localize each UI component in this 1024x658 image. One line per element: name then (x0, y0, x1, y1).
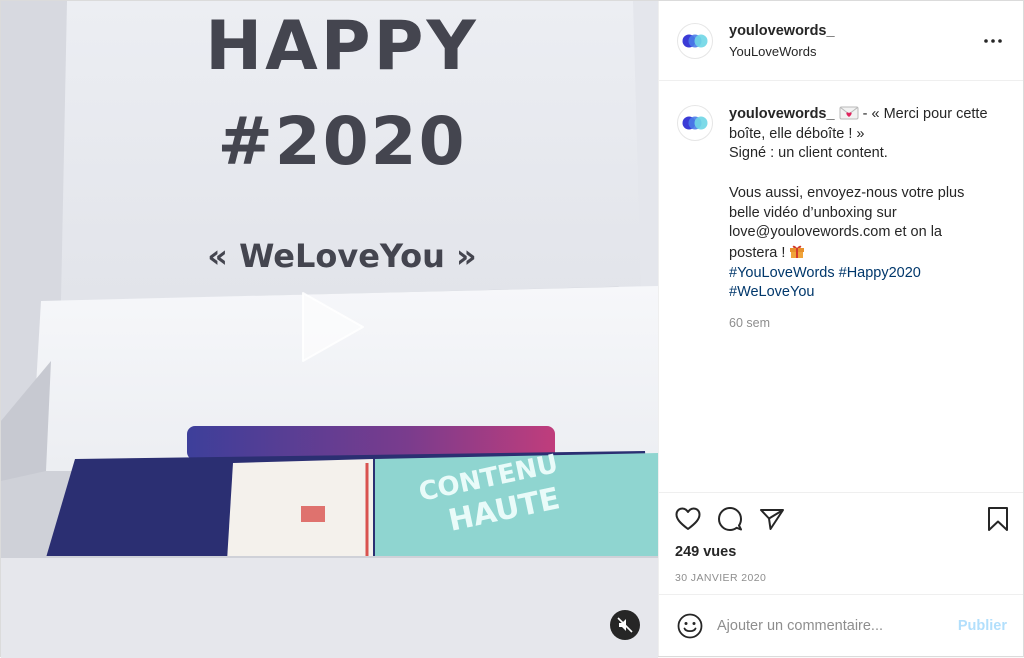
add-comment-bar: Publier (659, 594, 1023, 656)
share-send-icon[interactable] (759, 505, 791, 533)
hearts-logo-icon (682, 116, 708, 130)
post-date[interactable]: 30 JANVIER 2020 (675, 572, 1009, 594)
box-print-tagline: « WeLoveYou » (207, 237, 477, 275)
post-actions: 249 vues 30 JANVIER 2020 (659, 492, 1023, 594)
header-username[interactable]: youlovewords_ (729, 23, 979, 39)
caption-time-ago[interactable]: 60 sem (729, 316, 989, 330)
like-heart-icon[interactable] (675, 505, 707, 533)
post-sidebar: youlovewords_ YouLoveWords youlovewords_… (658, 1, 1023, 656)
hashtag-weloveyou[interactable]: #WeLoveYou (729, 284, 814, 300)
view-count[interactable]: 249 vues (675, 544, 1009, 560)
video-player[interactable]: CONTENU HAUTE HAPPY #2020 « WeLoveYou » (1, 1, 658, 658)
comments-area: youlovewords_ - « Merci pour cette boîte… (659, 81, 1023, 492)
post-header: youlovewords_ YouLoveWords (659, 1, 1023, 81)
love-letter-icon (839, 106, 859, 120)
box-print-year: #2020 (217, 103, 467, 180)
comment-bubble-icon[interactable] (717, 505, 749, 533)
hearts-logo-icon (682, 34, 708, 47)
more-options-icon[interactable] (979, 27, 1007, 55)
caption-username[interactable]: youlovewords_ (729, 106, 835, 122)
box-print-happy: HAPPY (205, 7, 479, 86)
gift-icon (790, 245, 805, 258)
hashtag-youlovewords[interactable]: #YouLoveWords (729, 265, 835, 281)
post-dialog: CONTENU HAUTE HAPPY #2020 « WeLoveYou » (0, 0, 1024, 658)
hashtag-happy2020[interactable]: #Happy2020 (839, 265, 921, 281)
volume-muted-icon[interactable] (610, 610, 640, 640)
header-subtitle: YouLoveWords (729, 43, 817, 59)
caption-para2: Vous aussi, envoyez-nous votre plus bell… (729, 184, 965, 261)
caption-avatar[interactable] (677, 105, 713, 141)
publish-button[interactable]: Publier (958, 618, 1007, 634)
comment-input[interactable] (717, 617, 958, 634)
post-caption: youlovewords_ - « Merci pour cette boîte… (729, 105, 989, 303)
save-bookmark-icon[interactable] (977, 505, 1009, 533)
emoji-smiley-icon[interactable] (677, 613, 703, 639)
play-icon[interactable] (297, 291, 369, 363)
caption-line2: Signé : un client content. (729, 145, 888, 162)
avatar[interactable] (677, 22, 713, 59)
